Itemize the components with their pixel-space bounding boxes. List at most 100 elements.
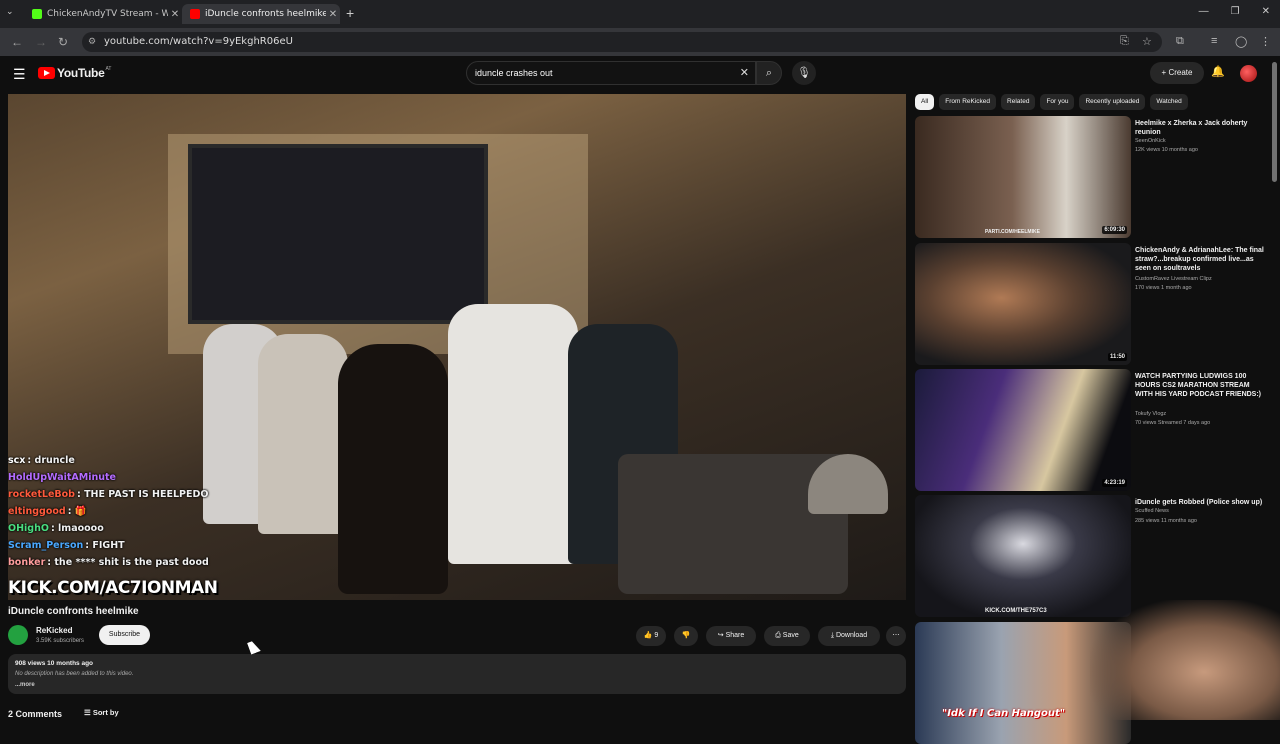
sort-by-button[interactable]: ☰ Sort by [84,708,119,717]
youtube-logo[interactable]: YouTube AT [38,66,111,80]
chip-related[interactable]: Related [1001,94,1036,110]
browser-tab-kick[interactable]: ChickenAndyTV Stream - Watch ✕ [24,4,182,24]
url-field[interactable]: ⚙ youtube.com/watch?v=9yEkghR06eU [82,32,1162,52]
dislike-button[interactable]: 👎 [674,626,698,646]
thumbnail-caption: KICK.COM/THE757C3 [985,608,1047,614]
like-button[interactable]: 👍 9 [636,626,666,646]
recommended-meta: 285 views 11 months ago [1135,518,1197,524]
youtube-favicon-icon [190,9,200,19]
recommended-title: Heelmike x Zherka x Jack doherty reunion [1135,120,1248,136]
share-button[interactable]: ↪ Share [706,626,756,646]
video-scene-window [188,144,488,324]
notifications-bell-icon[interactable]: 🔔 [1211,65,1225,78]
new-tab-icon[interactable]: + [346,5,354,21]
video-player[interactable]: scx: druncle HoldUpWaitAMinute rocketLeB… [8,94,906,600]
more-link[interactable]: ...more [15,682,35,688]
back-arrow-icon[interactable]: ← [11,35,23,49]
minimize-icon[interactable]: — [1199,6,1209,17]
site-info-icon[interactable]: ⚙ [88,32,96,52]
media-control-icon[interactable]: ≡ [1211,35,1217,47]
recommended-video[interactable]: 11:50 ChickenAndy & AdrianahLee: The fin… [915,243,1270,365]
video-scene-person [338,344,448,594]
chat-line: Scram_Person: FIGHT [8,537,238,554]
duration-badge: 4:23:19 [1102,479,1127,487]
recommended-channel: Scuffed News [1135,508,1169,514]
chip-for-you[interactable]: For you [1040,94,1075,110]
page-scrollbar[interactable] [1272,62,1277,182]
install-app-icon[interactable]: ⎘ [1120,35,1129,48]
chat-message: : THE PAST IS HEELPEDO [76,489,209,500]
tab-title: ChickenAndyTV Stream - Watch [47,9,168,19]
forward-arrow-icon[interactable]: → [35,35,47,49]
browser-menu-icon[interactable]: ⋮ [1260,35,1271,48]
logo-wordmark: YouTube [57,66,105,80]
chat-username: eltinggood [8,506,66,517]
recommended-meta: 170 views 1 month ago [1135,285,1192,291]
recommended-video[interactable]: KICK.COM/THE757C3 iDuncle gets Robbed (P… [915,495,1270,617]
browser-tab-strip: ⌄ ChickenAndyTV Stream - Watch ✕ iDuncle… [0,0,1280,28]
stream-watermark: KICK.COM/AC7IONMAN [8,578,218,598]
view-count-date: 908 views 10 months ago [15,660,94,667]
chip-all[interactable]: All [915,94,935,110]
sort-label: Sort by [92,708,119,717]
video-scene-person [258,334,348,534]
maximize-icon[interactable]: ❐ [1231,6,1240,17]
chip-from-channel[interactable]: From ReKicked [939,94,997,110]
close-tab-icon[interactable]: ✕ [326,9,340,20]
chat-username: Scram_Person [8,540,84,551]
profile-icon[interactable]: ◯ [1235,35,1247,48]
close-window-icon[interactable]: ✕ [1262,6,1270,17]
channel-name[interactable]: ReKicked [36,626,72,635]
extensions-icon[interactable]: ⧉ [1176,35,1184,48]
recommended-title: WATCH PARTYING LUDWIGS 100 HOURS CS2 MAR… [1135,373,1262,398]
chat-line: scx: druncle [8,452,238,469]
thumbnail-caption: PARTI.COM/HEELMIKE [985,229,1040,235]
video-scene-person [448,304,578,564]
chat-message: : druncle [27,455,75,466]
browser-tab-youtube[interactable]: iDuncle confronts heelmike - Yo ✕ [182,4,340,24]
duration-badge: 6:09:30 [1102,226,1127,234]
video-thumbnail[interactable]: PARTI.COM/HEELMIKE 6:09:30 [915,116,1131,238]
duration-badge: 11:50 [1107,353,1127,361]
share-label: Share [725,632,745,639]
video-thumbnail[interactable]: KICK.COM/THE757C3 [915,495,1131,617]
share-icon: ↪ [717,632,726,639]
reload-icon[interactable]: ↻ [58,35,68,49]
bookmark-star-icon[interactable]: ☆ [1142,35,1152,48]
channel-avatar[interactable] [8,625,28,645]
more-actions-button[interactable]: ⋯ [886,626,906,646]
recommended-video[interactable]: 4:23:19 WATCH PARTYING LUDWIGS 100 HOURS… [915,369,1270,491]
recommended-meta: 12K views 10 months ago [1135,147,1198,153]
chat-message: : lmaoooo [50,523,104,534]
close-tab-icon[interactable]: ✕ [168,9,182,20]
description-box[interactable]: 908 views 10 months ago No description h… [8,654,906,694]
address-bar-row: ← → ↻ ⚙ youtube.com/watch?v=9yEkghR06eU … [0,28,1280,56]
voice-search-button[interactable]: 🎙 [792,61,816,85]
clear-search-icon[interactable]: ✕ [740,62,749,84]
tab-search-icon[interactable]: ⌄ [6,6,14,17]
chip-recently-uploaded[interactable]: Recently uploaded [1079,94,1146,110]
window-controls: — ❐ ✕ [1199,6,1270,17]
account-avatar[interactable] [1240,65,1257,82]
search-input[interactable]: iduncle crashes out ✕ [466,61,756,85]
save-button[interactable]: ⎙ Save [764,626,810,646]
recommended-title: ChickenAndy & AdrianahLee: The final str… [1135,247,1264,272]
thumbs-up-icon: 👍 [643,632,655,639]
chat-line: OHighO: lmaoooo [8,520,238,537]
logo-country-code: AT [105,66,112,72]
create-button[interactable]: + Create [1150,62,1204,84]
guide-menu-icon[interactable]: ☰ [13,66,26,83]
download-button[interactable]: ⤓ Download [818,626,880,646]
kick-favicon-icon [32,9,42,19]
webcam-overlay [1090,600,1280,720]
thumbnail-caption: "Idk If I Can Hangout" [942,708,1066,719]
video-thumbnail[interactable]: 11:50 [915,243,1131,365]
chat-message: : FIGHT [85,540,125,551]
more-icon: ⋯ [892,632,900,639]
search-button[interactable]: ⌕ [756,61,782,85]
chat-username: scx [8,455,26,466]
recommended-video[interactable]: PARTI.COM/HEELMIKE 6:09:30 Heelmike x Zh… [915,116,1270,238]
chip-watched[interactable]: Watched [1150,94,1188,110]
subscribe-button[interactable]: Subscribe [99,625,150,645]
video-thumbnail[interactable]: 4:23:19 [915,369,1131,491]
